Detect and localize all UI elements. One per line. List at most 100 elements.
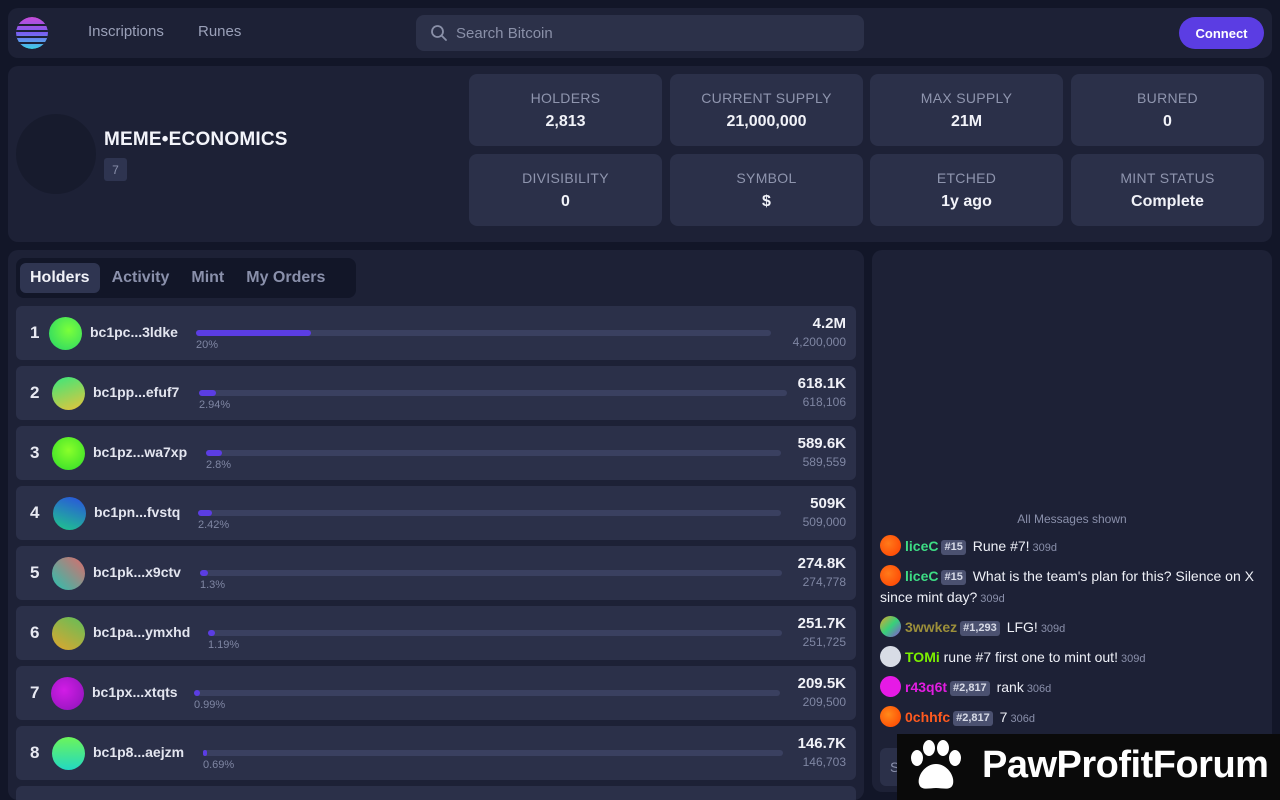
holder-avatar <box>52 437 85 470</box>
holder-address[interactable]: bc1p8...aejzm <box>93 744 184 760</box>
holder-share-fill <box>206 450 223 456</box>
chat-message: 0chhfc #2,817 7 306d <box>880 706 1260 730</box>
holder-address[interactable]: bc1pn...fvstq <box>94 504 180 520</box>
holder-rank: 7 <box>30 683 40 702</box>
holder-share-bar <box>208 630 782 636</box>
holder-amount-full: 209,500 <box>802 695 846 709</box>
chat-username[interactable]: liceC <box>905 568 938 584</box>
holder-address[interactable]: bc1pk...x9ctv <box>93 564 181 580</box>
holder-percent: 2.94% <box>199 399 231 411</box>
holder-row[interactable]: 3 bc1pz...wa7xp 2.8% 589.6K 589,559 <box>16 426 856 480</box>
holder-row[interactable]: 8 bc1p8...aejzm 0.69% 146.7K 146,703 <box>16 726 856 780</box>
chat-avatar[interactable] <box>880 676 901 697</box>
holder-amount: 209.5K <box>797 675 846 692</box>
chat-text: rank <box>996 679 1024 695</box>
holder-amount-full: 4,200,000 <box>792 335 846 349</box>
holder-share-fill <box>196 330 311 336</box>
holder-avatar <box>52 737 85 770</box>
holder-amount-full: 251,725 <box>802 635 846 649</box>
holder-share-fill <box>194 690 200 696</box>
holder-row[interactable]: 7 bc1px...xtqts 0.99% 209.5K 209,500 <box>16 666 856 720</box>
holder-amount: 251.7K <box>797 615 846 632</box>
search-input[interactable] <box>456 24 836 42</box>
holder-percent: 1.3% <box>200 579 226 591</box>
holder-amount-full: 618,106 <box>802 395 846 409</box>
watermark-banner: PawProfitForum <box>897 734 1280 800</box>
stat-burned: BURNED 0 <box>1071 74 1264 146</box>
holder-amount-full: 146,703 <box>802 755 846 769</box>
chat-avatar[interactable] <box>880 565 901 586</box>
holder-row[interactable]: 2 bc1pp...efuf7 2.94% 618.1K 618,106 <box>16 366 856 420</box>
holder-avatar <box>52 557 85 590</box>
holder-address[interactable]: bc1pa...ymxhd <box>93 624 190 640</box>
chat-avatar[interactable] <box>880 535 901 556</box>
chat-avatar[interactable] <box>880 646 901 667</box>
stat-holders: HOLDERS 2,813 <box>469 74 662 146</box>
chat-user-tag: #1,293 <box>960 621 1000 636</box>
chat-time: 306d <box>1010 713 1035 725</box>
tab-my-orders[interactable]: My Orders <box>236 263 335 293</box>
holder-row[interactable]: 4 bc1pn...fvstq 2.42% 509K 509,000 <box>16 486 856 540</box>
holder-address[interactable]: bc1px...xtqts <box>92 684 178 700</box>
rune-avatar <box>16 114 96 194</box>
chat-text: Rune #7! <box>972 538 1030 554</box>
stat-value: 0 <box>1163 112 1172 130</box>
holder-percent: 2.42% <box>198 519 230 531</box>
holders-panel: Holders Activity Mint My Orders 1 bc1pc.… <box>8 250 864 800</box>
stat-value: 2,813 <box>545 112 586 130</box>
stat-mint-status: MINT STATUS Complete <box>1071 154 1264 226</box>
tab-holders[interactable]: Holders <box>20 263 100 293</box>
holder-share-fill <box>203 750 207 756</box>
holder-address[interactable]: bc1pz...wa7xp <box>93 444 187 460</box>
holder-share-fill <box>199 390 217 396</box>
holder-rank: 3 <box>30 443 40 462</box>
chat-username[interactable]: liceC <box>905 538 938 554</box>
holder-amount: 274.8K <box>797 555 846 572</box>
chat-username[interactable]: r43q6t <box>905 679 947 695</box>
chat-username[interactable]: 3wwkez <box>905 619 957 635</box>
holder-row[interactable]: 6 bc1pa...ymxhd 1.19% 251.7K 251,725 <box>16 606 856 660</box>
rune-header: MEME•ECONOMICS 7 HOLDERS 2,813 CURRENT S… <box>8 66 1272 242</box>
holder-share-bar <box>198 510 781 516</box>
tab-mint[interactable]: Mint <box>181 263 234 293</box>
holder-row[interactable]: 1 bc1pc...3ldke 20% 4.2M 4,200,000 <box>16 306 856 360</box>
chat-username[interactable]: TOMi <box>905 649 940 665</box>
chat-text: rune #7 first one to mint out! <box>943 649 1118 665</box>
stat-symbol: SYMBOL $ <box>670 154 863 226</box>
stat-label: SYMBOL <box>736 169 797 186</box>
holder-avatar <box>51 677 84 710</box>
holder-row[interactable]: 5 bc1pk...x9ctv 1.3% 274.8K 274,778 <box>16 546 856 600</box>
chat-message: liceC #15 Rune #7! 309d <box>880 535 1260 559</box>
chat-message: TOMi rune #7 first one to mint out! 309d <box>880 646 1260 670</box>
rune-number-badge: 7 <box>104 158 127 181</box>
paw-icon <box>911 740 961 789</box>
holder-amount: 509K <box>810 495 846 512</box>
stat-value: 21,000,000 <box>726 112 807 130</box>
chat-avatar[interactable] <box>880 706 901 727</box>
chat-username[interactable]: 0chhfc <box>905 709 950 725</box>
nav-link-inscriptions[interactable]: Inscriptions <box>88 23 164 40</box>
holder-row-partial[interactable] <box>16 786 856 800</box>
chat-message: 3wwkez #1,293 LFG! 309d <box>880 616 1260 640</box>
chat-avatar[interactable] <box>880 616 901 637</box>
tab-activity[interactable]: Activity <box>102 263 180 293</box>
stat-etched[interactable]: ETCHED 1y ago <box>870 154 1063 226</box>
holder-share-bar <box>194 690 780 696</box>
holder-address[interactable]: bc1pp...efuf7 <box>93 384 179 400</box>
holder-amount: 618.1K <box>797 375 846 392</box>
stat-value: 21M <box>950 112 983 130</box>
holder-address[interactable]: bc1pc...3ldke <box>90 324 178 340</box>
holder-amount-full: 589,559 <box>802 455 846 469</box>
chat-time: 309d <box>1040 623 1066 635</box>
nav-link-runes[interactable]: Runes <box>198 23 241 40</box>
logo-icon[interactable] <box>16 17 48 49</box>
holder-avatar <box>49 317 82 350</box>
holder-amount: 589.6K <box>797 435 846 452</box>
holder-share-fill <box>200 570 208 576</box>
stat-label: DIVISIBILITY <box>522 169 609 186</box>
chat-message: liceC #15 What is the team's plan for thi… <box>880 565 1260 610</box>
holder-amount: 4.2M <box>812 315 846 332</box>
search-bar[interactable] <box>416 15 864 51</box>
holder-percent: 0.99% <box>194 699 226 711</box>
connect-button[interactable]: Connect <box>1179 17 1264 49</box>
